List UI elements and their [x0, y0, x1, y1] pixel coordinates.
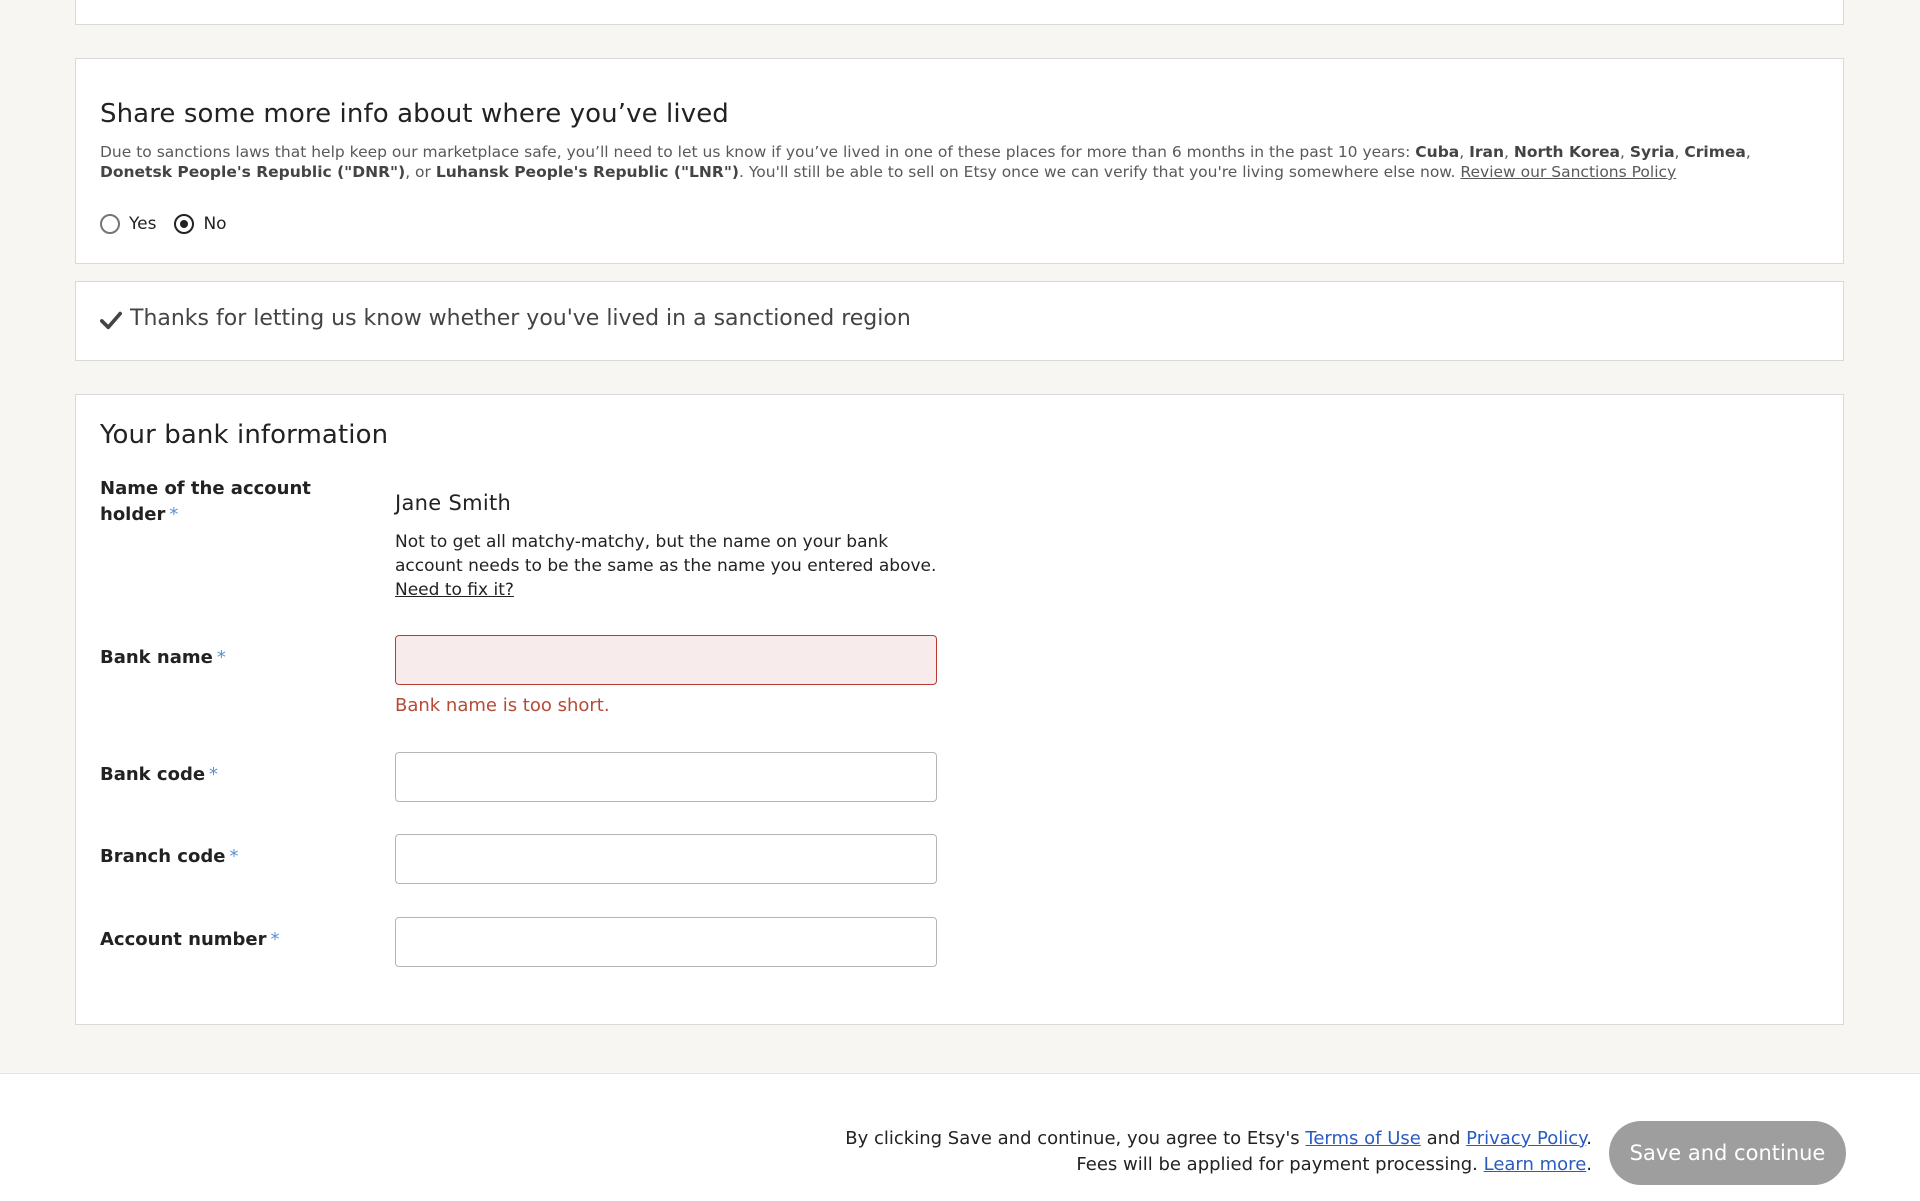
bank-name-label-text: Bank name	[100, 647, 213, 668]
footer-period: .	[1586, 1154, 1592, 1175]
separator: ,	[1459, 143, 1470, 161]
region-iran: Iran	[1469, 143, 1505, 161]
bank-name-input[interactable]	[395, 635, 937, 685]
required-marker: *	[209, 764, 219, 785]
account-holder-label: Name of the account holder *	[100, 476, 320, 528]
previous-section-card	[75, 0, 1844, 25]
region-north-korea: North Korea	[1513, 143, 1620, 161]
check-icon	[100, 311, 122, 330]
account-number-input[interactable]	[395, 917, 937, 967]
required-marker: *	[270, 929, 280, 950]
bank-name-label: Bank name *	[100, 645, 226, 671]
sanctions-card: Share some more info about where you’ve …	[75, 58, 1844, 264]
radio-yes[interactable]	[100, 214, 120, 234]
separator: ,	[1619, 143, 1630, 161]
required-marker: *	[169, 504, 179, 525]
separator-or: , or	[405, 163, 436, 181]
bank-code-input[interactable]	[395, 752, 937, 802]
footer-agree-text: By clicking Save and continue, you agree…	[845, 1128, 1306, 1149]
bank-name-error: Bank name is too short.	[395, 695, 610, 716]
privacy-policy-link[interactable]: Privacy Policy	[1466, 1128, 1586, 1149]
required-marker: *	[216, 647, 226, 668]
region-dnr: Donetsk People's Republic ("DNR")	[100, 163, 406, 181]
branch-code-label-text: Branch code	[100, 846, 226, 867]
separator: ,	[1674, 143, 1685, 161]
account-holder-help-text: Not to get all matchy-matchy, but the na…	[395, 532, 937, 576]
branch-code-label: Branch code *	[100, 844, 238, 870]
sanctions-description: Due to sanctions laws that help keep our…	[100, 142, 1820, 182]
sanctions-policy-link[interactable]: Review our Sanctions Policy	[1460, 163, 1676, 181]
branch-code-input[interactable]	[395, 834, 937, 884]
footer-bar: By clicking Save and continue, you agree…	[0, 1073, 1920, 1201]
account-number-label-text: Account number	[100, 929, 267, 950]
sanctions-intro-text: Due to sanctions laws that help keep our…	[100, 143, 1416, 161]
fix-name-link[interactable]: Need to fix it?	[395, 578, 514, 602]
region-cuba: Cuba	[1415, 143, 1460, 161]
lived-radio-group: Yes No	[100, 214, 227, 234]
footer-fees-text: Fees will be applied for payment process…	[1076, 1154, 1484, 1175]
footer-and-text: and	[1420, 1128, 1467, 1149]
bank-code-label: Bank code *	[100, 762, 218, 788]
radio-yes-label[interactable]: Yes	[129, 214, 156, 234]
region-crimea: Crimea	[1684, 143, 1746, 161]
separator: ,	[1504, 143, 1514, 161]
sanctions-outro-text: . You'll still be able to sell on Etsy o…	[739, 163, 1461, 181]
radio-no-label[interactable]: No	[203, 214, 226, 234]
bank-section-title: Your bank information	[100, 420, 389, 450]
account-holder-value: Jane Smith	[395, 491, 512, 515]
account-number-label: Account number *	[100, 927, 280, 953]
terms-of-use-link[interactable]: Terms of Use	[1305, 1128, 1420, 1149]
learn-more-link[interactable]: Learn more	[1484, 1154, 1587, 1175]
footer-legal-text: By clicking Save and continue, you agree…	[845, 1126, 1592, 1178]
account-holder-help: Not to get all matchy-matchy, but the na…	[395, 530, 955, 602]
save-and-continue-button[interactable]: Save and continue	[1609, 1121, 1846, 1185]
footer-period: .	[1586, 1128, 1592, 1149]
region-syria: Syria	[1629, 143, 1675, 161]
required-marker: *	[229, 846, 239, 867]
account-holder-label-text: Name of the account holder	[100, 478, 311, 525]
sanctions-title: Share some more info about where you’ve …	[100, 99, 729, 129]
bank-code-label-text: Bank code	[100, 764, 206, 785]
region-lnr: Luhansk People's Republic ("LNR")	[435, 163, 739, 181]
sanctions-confirmation-card: Thanks for letting us know whether you'v…	[75, 281, 1844, 361]
bank-info-card: Your bank information Name of the accoun…	[75, 394, 1844, 1025]
confirmation-text: Thanks for letting us know whether you'v…	[130, 306, 911, 331]
radio-no[interactable]	[174, 214, 195, 234]
separator: ,	[1745, 143, 1751, 161]
